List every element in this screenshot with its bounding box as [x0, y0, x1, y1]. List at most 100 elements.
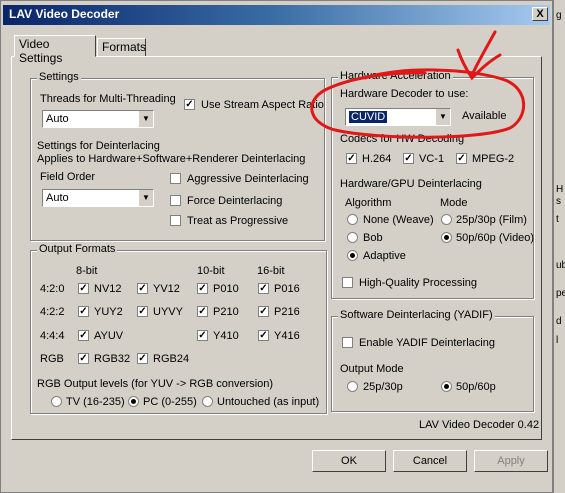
mode-video-radio[interactable]: [441, 232, 452, 243]
force-checkbox[interactable]: [170, 195, 181, 206]
levels-tv-radio[interactable]: [51, 396, 62, 407]
algo-bob-radio[interactable]: [347, 232, 358, 243]
version-label: LAV Video Decoder 0.42: [419, 419, 540, 431]
hw-deint-label: Hardware/GPU Deinterlacing: [340, 178, 482, 190]
rgb32-label: RGB32: [94, 353, 131, 365]
col-8bit: 8-bit: [76, 265, 98, 277]
sw-output-mode-label: Output Mode: [340, 363, 404, 375]
background-text: l: [556, 335, 559, 346]
field-order-select[interactable]: Auto ▼: [42, 189, 154, 207]
levels-untouched-radio[interactable]: [202, 396, 213, 407]
progressive-label: Treat as Progressive: [187, 215, 289, 227]
p210-label: P210: [213, 306, 239, 318]
background-text: H: [556, 184, 564, 195]
nv12-checkbox[interactable]: ✓: [78, 283, 89, 294]
y410-checkbox[interactable]: ✓: [197, 330, 208, 341]
yuy2-label: YUY2: [94, 306, 123, 318]
field-order-label: Field Order: [40, 171, 96, 183]
p016-checkbox[interactable]: ✓: [258, 283, 269, 294]
output-formats-title: Output Formats: [37, 243, 118, 255]
sw-mode-50p-label: 50p/60p: [456, 381, 496, 393]
force-label: Force Deinterlacing: [187, 195, 283, 207]
levels-tv-label: TV (16-235): [66, 396, 125, 408]
rgb32-checkbox[interactable]: ✓: [78, 353, 89, 364]
algo-adaptive-radio[interactable]: [347, 250, 358, 261]
background-text: ub: [556, 260, 565, 271]
mode-film-label: 25p/30p (Film): [456, 214, 527, 226]
threads-select[interactable]: Auto ▼: [42, 110, 154, 128]
algo-none-radio[interactable]: [347, 214, 358, 225]
sw-deint-group: Software Deinterlacing (YADIF) Enable YA…: [331, 309, 534, 412]
ok-button[interactable]: OK: [312, 450, 386, 472]
background-window: [553, 0, 565, 493]
cancel-button[interactable]: Cancel: [393, 450, 467, 472]
chevron-down-icon[interactable]: ▼: [138, 190, 153, 206]
hq-processing-label: High-Quality Processing: [359, 277, 477, 289]
y416-label: Y416: [274, 330, 300, 342]
mode-film-radio[interactable]: [441, 214, 452, 225]
hw-decoder-value: CUVID: [349, 111, 388, 123]
background-text: d: [556, 316, 562, 327]
sw-deint-title: Software Deinterlacing (YADIF): [338, 309, 495, 321]
yv12-checkbox[interactable]: ✓: [137, 283, 148, 294]
deint-subtitle: Applies to Hardware+Software+Renderer De…: [37, 153, 306, 165]
apply-button[interactable]: Apply: [474, 450, 548, 472]
h264-checkbox[interactable]: ✓: [346, 153, 357, 164]
hw-decoder-select[interactable]: CUVID ▼: [345, 108, 451, 126]
stream-aspect-label: Use Stream Aspect Ratio: [201, 99, 324, 111]
background-text: g: [556, 10, 562, 21]
hw-accel-title: Hardware Acceleration: [338, 70, 453, 82]
tab-panel: Settings Threads for Multi-Threading Aut…: [11, 56, 542, 440]
sw-mode-25p-radio[interactable]: [347, 381, 358, 392]
yadif-checkbox[interactable]: [342, 337, 353, 348]
algo-adaptive-label: Adaptive: [363, 250, 406, 262]
row-label-422: 4:2:2: [40, 306, 65, 318]
mpeg2-checkbox[interactable]: ✓: [456, 153, 467, 164]
levels-pc-radio[interactable]: [128, 396, 139, 407]
hw-codecs-label: Codecs for HW Decoding: [340, 133, 465, 145]
row-label-444: 4:4:4: [40, 330, 65, 342]
output-formats-group: Output Formats 8-bit 10-bit 16-bit 4:2:0…: [30, 243, 327, 414]
window-title: LAV Video Decoder: [9, 7, 120, 21]
p210-checkbox[interactable]: ✓: [197, 306, 208, 317]
chevron-down-icon[interactable]: ▼: [435, 109, 450, 125]
rgb-levels-label: RGB Output levels (for YUV -> RGB conver…: [37, 378, 274, 390]
tab-formats[interactable]: Formats: [97, 38, 146, 57]
uyvy-checkbox[interactable]: ✓: [137, 306, 148, 317]
hw-decoder-status: Available: [462, 110, 507, 122]
aggressive-checkbox[interactable]: [170, 173, 181, 184]
levels-untouched-label: Untouched (as input): [217, 396, 320, 408]
rgb24-checkbox[interactable]: ✓: [137, 353, 148, 364]
tab-video-settings[interactable]: Video Settings: [14, 35, 96, 65]
stream-aspect-checkbox[interactable]: ✓: [184, 99, 195, 110]
levels-pc-label: PC (0-255): [143, 396, 197, 408]
settings-group-title: Settings: [37, 71, 81, 83]
ayuv-checkbox[interactable]: ✓: [78, 330, 89, 341]
row-label-420: 4:2:0: [40, 283, 65, 295]
aggressive-label: Aggressive Deinterlacing: [187, 173, 309, 185]
progressive-checkbox[interactable]: [170, 215, 181, 226]
mode-label: Mode: [440, 197, 468, 209]
field-order-value: Auto: [46, 192, 69, 204]
hq-processing-checkbox[interactable]: [342, 277, 353, 288]
yuy2-checkbox[interactable]: ✓: [78, 306, 89, 317]
rgb24-label: RGB24: [153, 353, 190, 365]
p010-checkbox[interactable]: ✓: [197, 283, 208, 294]
algo-none-label: None (Weave): [363, 214, 434, 226]
sw-mode-50p-radio[interactable]: [441, 381, 452, 392]
threads-label: Threads for Multi-Threading: [40, 93, 176, 105]
chevron-down-icon[interactable]: ▼: [138, 111, 153, 127]
background-text: pe: [556, 288, 565, 299]
col-16bit: 16-bit: [257, 265, 285, 277]
h264-label: H.264: [362, 153, 392, 165]
yv12-label: YV12: [153, 283, 180, 295]
close-button[interactable]: X: [532, 7, 548, 21]
mpeg2-label: MPEG-2: [472, 153, 515, 165]
title-bar[interactable]: LAV Video Decoder X: [3, 5, 550, 25]
p216-checkbox[interactable]: ✓: [258, 306, 269, 317]
ayuv-label: AYUV: [94, 330, 124, 342]
nv12-label: NV12: [94, 283, 122, 295]
col-10bit: 10-bit: [197, 265, 225, 277]
y416-checkbox[interactable]: ✓: [258, 330, 269, 341]
vc1-checkbox[interactable]: ✓: [403, 153, 414, 164]
